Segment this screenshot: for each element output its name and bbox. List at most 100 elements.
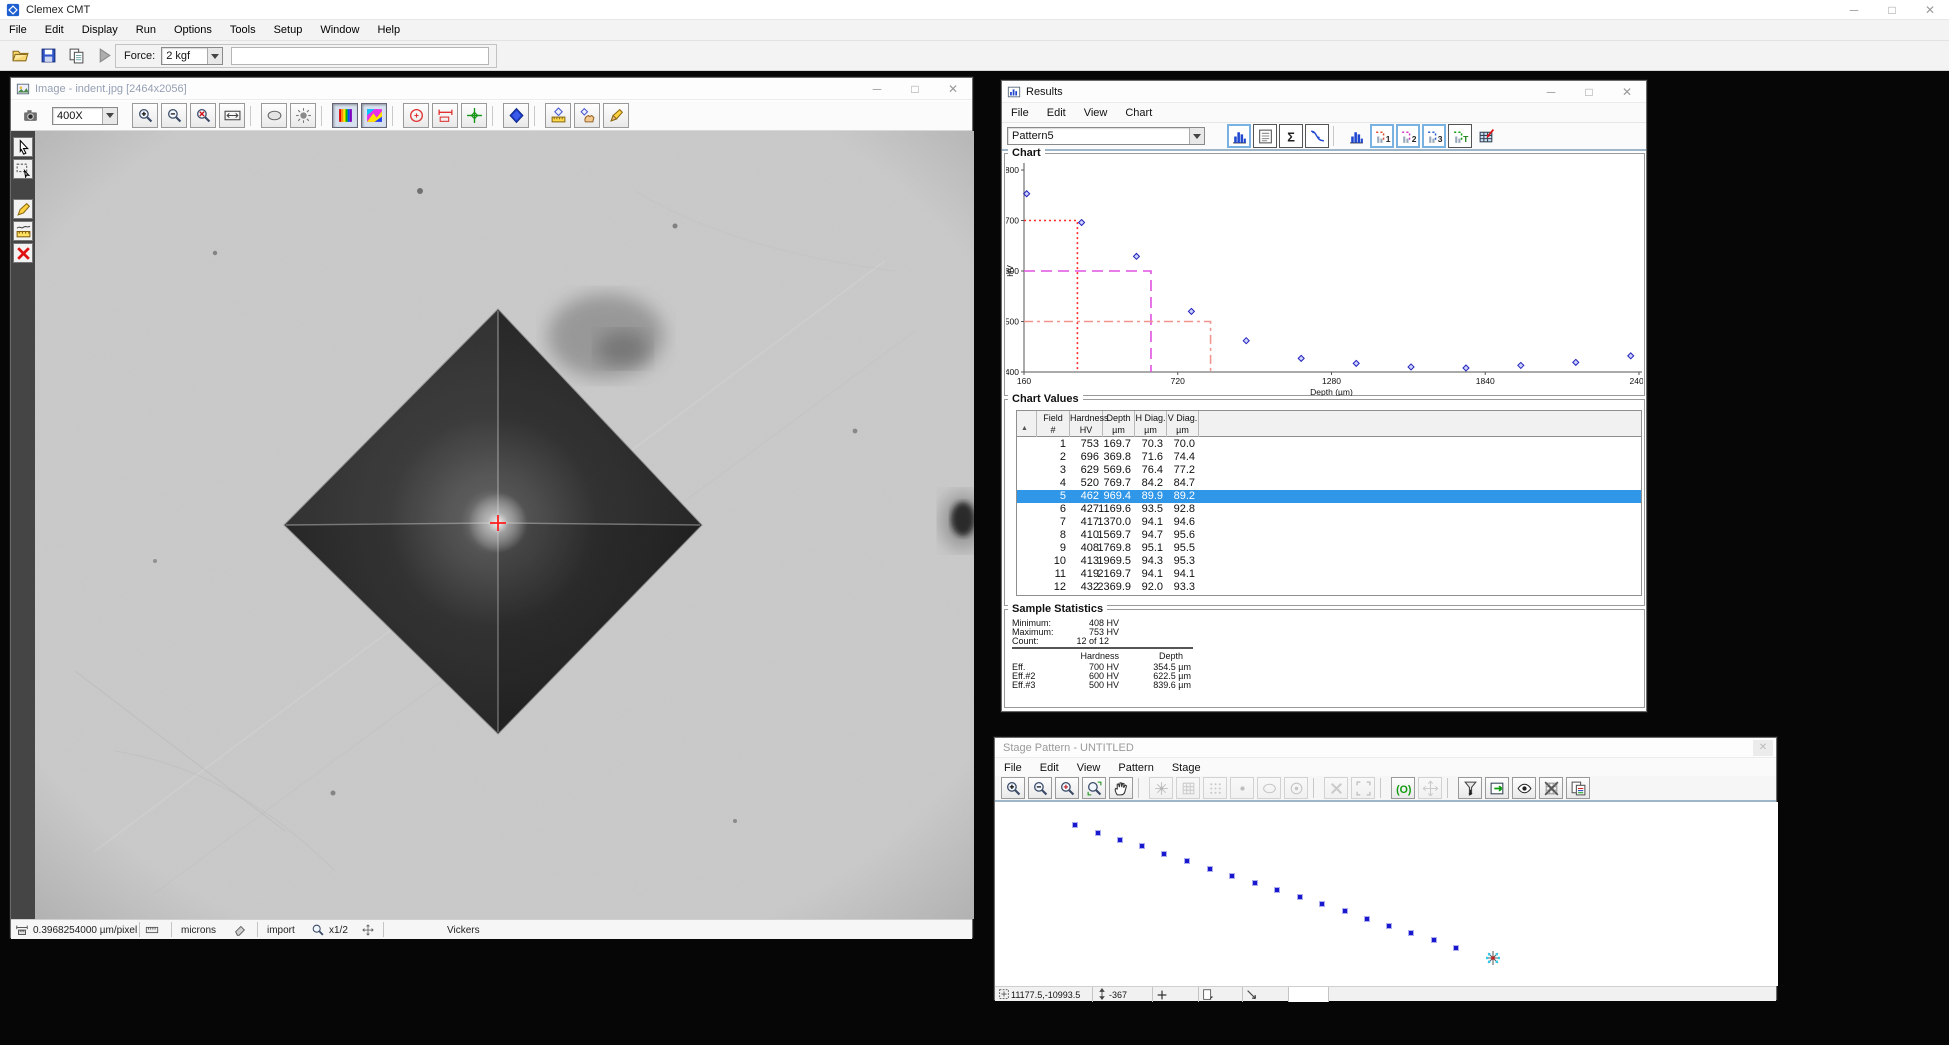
chart-values-table[interactable]: Field#HardnessHVDepthµmH Diag.µmV Diag.µ… <box>1016 410 1642 596</box>
zoom-selection-icon[interactable] <box>1055 777 1079 799</box>
results-menu-file[interactable]: File <box>1002 105 1038 121</box>
table-row[interactable]: 64271169.693.592.8 <box>1017 503 1641 516</box>
results-menu-edit[interactable]: Edit <box>1038 105 1075 121</box>
app-menu-edit[interactable]: Edit <box>36 21 73 39</box>
image-maximize-button[interactable]: □ <box>896 78 934 99</box>
app-menu-display[interactable]: Display <box>73 21 127 39</box>
open-icon[interactable] <box>8 44 33 67</box>
column-header[interactable]: HardnessHV <box>1070 411 1103 437</box>
table-row[interactable]: 104131969.594.395.3 <box>1017 555 1641 568</box>
image-window-titlebar[interactable]: Image - indent.jpg [2464x2056] ─ □ ✕ <box>11 78 972 100</box>
export-icon[interactable] <box>1485 777 1509 799</box>
app-close-button[interactable]: ✕ <box>1911 0 1949 19</box>
magnification-combobox[interactable]: 400X <box>52 107 118 125</box>
column-header[interactable]: H Diag.µm <box>1135 411 1167 437</box>
magnifier-icon[interactable] <box>311 922 325 938</box>
pattern-point[interactable] <box>1275 888 1279 892</box>
pattern-point[interactable] <box>1162 852 1166 856</box>
copy-page-icon[interactable] <box>1566 777 1590 799</box>
results-maximize-button[interactable]: □ <box>1570 81 1608 102</box>
app-menu-file[interactable]: File <box>0 21 36 39</box>
units-value[interactable]: microns <box>181 922 216 938</box>
eye-icon[interactable] <box>1512 777 1536 799</box>
pattern-point[interactable] <box>1343 909 1347 913</box>
measure-icon[interactable] <box>13 221 33 241</box>
stage-pattern-canvas[interactable] <box>995 802 1778 986</box>
table-row[interactable]: 3629569.676.477.2 <box>1017 464 1641 477</box>
circle-marker-icon[interactable] <box>403 103 429 128</box>
diamond-hand-icon[interactable] <box>574 103 600 128</box>
force-combobox[interactable]: 2 kgf <box>161 47 223 65</box>
stage-menu-edit[interactable]: Edit <box>1031 760 1068 776</box>
eraser-icon[interactable] <box>233 922 247 938</box>
pattern-point[interactable] <box>1454 946 1458 950</box>
stage-menu-stage[interactable]: Stage <box>1163 760 1210 776</box>
app-maximize-button[interactable]: □ <box>1873 0 1911 19</box>
column-header[interactable]: V Diag.µm <box>1167 411 1199 437</box>
app-menu-options[interactable]: Options <box>165 21 221 39</box>
histogram-3-icon[interactable]: 3 <box>1422 124 1446 148</box>
copy-icon[interactable] <box>64 44 89 67</box>
diamond-marker-icon[interactable] <box>503 103 529 128</box>
image-minimize-button[interactable]: ─ <box>858 78 896 99</box>
drop-icon[interactable] <box>1458 777 1482 799</box>
results-close-button[interactable]: ✕ <box>1608 81 1646 102</box>
stage-position-marker[interactable] <box>1485 950 1501 966</box>
camera-icon[interactable] <box>17 103 43 128</box>
pattern-point[interactable] <box>1320 902 1324 906</box>
pattern-point[interactable] <box>1073 823 1077 827</box>
chevron-down-icon[interactable] <box>102 108 117 124</box>
table-header[interactable]: Field#HardnessHVDepthµmH Diag.µmV Diag.µ… <box>1017 411 1641 437</box>
pattern-point[interactable] <box>1298 895 1302 899</box>
app-menu-help[interactable]: Help <box>368 21 409 39</box>
zoom-extents-icon[interactable] <box>1082 777 1106 799</box>
fit-width-icon[interactable] <box>219 103 245 128</box>
zoom-in-icon[interactable] <box>132 103 158 128</box>
table-row[interactable]: 124322369.992.093.3 <box>1017 581 1641 594</box>
color-bars-icon[interactable] <box>332 103 358 128</box>
pattern-point[interactable] <box>1185 859 1189 863</box>
app-menu-window[interactable]: Window <box>311 21 368 39</box>
pattern-point[interactable] <box>1409 931 1413 935</box>
stage-close-button[interactable]: ✕ <box>1753 740 1773 756</box>
delete-icon[interactable] <box>13 243 33 263</box>
pattern-point[interactable] <box>1365 917 1369 921</box>
results-menu-chart[interactable]: Chart <box>1116 105 1161 121</box>
ruler-icon[interactable] <box>145 922 159 938</box>
color-map-icon[interactable] <box>361 103 387 128</box>
table-row[interactable]: 74171370.094.194.6 <box>1017 516 1641 529</box>
zoom-reset-icon[interactable] <box>190 103 216 128</box>
results-minimize-button[interactable]: ─ <box>1532 81 1570 102</box>
pattern-combobox[interactable]: Pattern5 <box>1007 127 1205 145</box>
save-icon[interactable] <box>36 44 61 67</box>
app-menu-setup[interactable]: Setup <box>265 21 312 39</box>
table-row[interactable]: 114192169.794.194.1 <box>1017 568 1641 581</box>
image-close-button[interactable]: ✕ <box>934 78 972 99</box>
table-row[interactable]: 4520769.784.284.7 <box>1017 477 1641 490</box>
chevron-down-icon[interactable] <box>1189 128 1204 144</box>
results-menu-view[interactable]: View <box>1075 105 1117 121</box>
rect-select-icon[interactable] <box>13 159 33 179</box>
force-text-field[interactable] <box>231 47 489 65</box>
zoom-out-icon[interactable] <box>1028 777 1052 799</box>
histogram-2-icon[interactable]: 2 <box>1396 124 1420 148</box>
stage-menu-pattern[interactable]: Pattern <box>1109 760 1162 776</box>
ruler-marker-icon[interactable] <box>432 103 458 128</box>
histogram-1-icon[interactable]: 1 <box>1370 124 1394 148</box>
zoom-in-icon[interactable] <box>1001 777 1025 799</box>
no-grid-icon[interactable] <box>1539 777 1563 799</box>
column-header[interactable]: Field# <box>1037 411 1070 437</box>
import-label[interactable]: import <box>267 922 295 938</box>
origin-icon[interactable]: (O) <box>1391 777 1415 799</box>
table-row[interactable]: 84101569.794.795.6 <box>1017 529 1641 542</box>
pattern-point[interactable] <box>1230 874 1234 878</box>
pencil-edit-icon[interactable] <box>603 103 629 128</box>
hand-icon[interactable] <box>1109 777 1133 799</box>
table-row[interactable]: 94081769.895.195.5 <box>1017 542 1641 555</box>
pencil-icon[interactable] <box>13 199 33 219</box>
pattern-point[interactable] <box>1096 831 1100 835</box>
chart-histogram-icon[interactable] <box>1227 124 1251 148</box>
stage-menu-view[interactable]: View <box>1068 760 1110 776</box>
table-row-selected[interactable]: 5462969.489.989.2 <box>1017 490 1641 503</box>
run-icon[interactable] <box>92 44 117 67</box>
